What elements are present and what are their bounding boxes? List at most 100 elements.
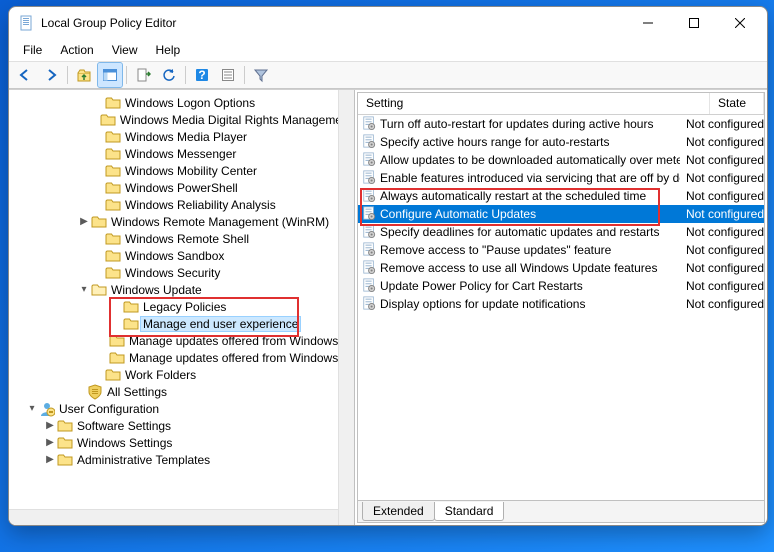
- folder-icon: [57, 418, 73, 434]
- tree-label: Windows Messenger: [123, 147, 238, 161]
- show-hide-tree-button[interactable]: [98, 63, 122, 87]
- list-row[interactable]: Allow updates to be downloaded automatic…: [358, 151, 764, 169]
- tree-node[interactable]: Manage updates offered from Windows Upda…: [9, 349, 354, 366]
- expand-icon[interactable]: ▶: [43, 437, 57, 448]
- setting-state: Not configured: [680, 189, 764, 203]
- expand-icon[interactable]: ▶: [43, 454, 57, 465]
- list-row[interactable]: Remove access to "Pause updates" feature…: [358, 241, 764, 259]
- tab-extended[interactable]: Extended: [362, 502, 435, 521]
- list-row[interactable]: Always automatically restart at the sche…: [358, 187, 764, 205]
- setting-state: Not configured: [680, 243, 764, 257]
- tree-label: Windows PowerShell: [123, 181, 240, 195]
- tree-node[interactable]: Windows Remote Shell: [9, 230, 354, 247]
- tree-node[interactable]: Legacy Policies: [9, 298, 354, 315]
- list-row[interactable]: Enable features introduced via servicing…: [358, 169, 764, 187]
- folder-icon: [105, 367, 121, 383]
- forward-button[interactable]: [39, 63, 63, 87]
- titlebar[interactable]: Local Group Policy Editor: [9, 7, 767, 39]
- tree-node[interactable]: ▶ Software Settings: [9, 417, 354, 434]
- list-row[interactable]: Specify deadlines for automatic updates …: [358, 223, 764, 241]
- setting-icon: [362, 260, 378, 276]
- tree-label: Windows Remote Management (WinRM): [109, 215, 331, 229]
- filter-button[interactable]: [249, 63, 273, 87]
- tree-node[interactable]: ▾ User Configuration: [9, 400, 354, 417]
- tree-node[interactable]: ▶Administrative Templates: [9, 451, 354, 468]
- list-row[interactable]: Update Power Policy for Cart Restarts Not…: [358, 277, 764, 295]
- folder-icon: [105, 248, 121, 264]
- setting-state: Not configured: [680, 117, 764, 131]
- tree-label: Windows Media Player: [123, 130, 249, 144]
- folder-icon: [91, 282, 107, 298]
- list-body[interactable]: Turn off auto-restart for updates during…: [358, 115, 764, 500]
- tree-label: Windows Settings: [75, 436, 174, 450]
- setting-state: Not configured: [680, 279, 764, 293]
- menu-view[interactable]: View: [104, 41, 146, 59]
- folder-icon: [105, 129, 121, 145]
- minimize-button[interactable]: [625, 7, 671, 39]
- tabstrip: Extended Standard: [358, 500, 764, 522]
- setting-name: Update Power Policy for Cart Restarts: [380, 279, 583, 293]
- tree-node[interactable]: Windows Mobility Center: [9, 162, 354, 179]
- tree-node[interactable]: Windows Reliability Analysis: [9, 196, 354, 213]
- list-row[interactable]: Specify active hours range for auto-rest…: [358, 133, 764, 151]
- expand-icon[interactable]: ▶: [43, 420, 57, 431]
- tree-node[interactable]: Windows Security: [9, 264, 354, 281]
- properties-button[interactable]: [216, 63, 240, 87]
- up-button[interactable]: [72, 63, 96, 87]
- list-header: Setting State: [358, 93, 764, 115]
- back-button[interactable]: [13, 63, 37, 87]
- setting-icon: [362, 152, 378, 168]
- tree-label: User Configuration: [57, 402, 161, 416]
- list-row[interactable]: Configure Automatic UpdatesNot configure…: [358, 205, 764, 223]
- list-row[interactable]: Turn off auto-restart for updates during…: [358, 115, 764, 133]
- tree-label: Windows Mobility Center: [123, 164, 259, 178]
- tree-label: Manage updates offered from Windows Upda…: [127, 351, 354, 365]
- menu-file[interactable]: File: [15, 41, 50, 59]
- list-row[interactable]: Display options for update notifications…: [358, 295, 764, 313]
- tree-label: Software Settings: [75, 419, 173, 433]
- tree-node[interactable]: ▾Windows Update: [9, 281, 354, 298]
- refresh-button[interactable]: [157, 63, 181, 87]
- tab-standard[interactable]: Standard: [434, 502, 505, 521]
- folder-icon: [57, 452, 73, 468]
- details-pane: Setting State Turn off auto-restart for …: [355, 90, 767, 525]
- tree-node[interactable]: All Settings: [9, 383, 354, 400]
- tree-pane[interactable]: Windows Logon OptionsWindows Media Digit…: [9, 90, 355, 525]
- tree-label: Legacy Policies: [141, 300, 228, 314]
- setting-icon: [362, 116, 378, 132]
- folder-icon: [109, 333, 125, 349]
- tree-node[interactable]: Windows Media Digital Rights Management: [9, 111, 354, 128]
- tree-node[interactable]: ▶ Windows Remote Management (WinRM): [9, 213, 354, 230]
- help-button[interactable]: ?: [190, 63, 214, 87]
- maximize-button[interactable]: [671, 7, 717, 39]
- list-row[interactable]: Remove access to use all Windows Update …: [358, 259, 764, 277]
- tree-scrollbar-h[interactable]: [9, 509, 338, 525]
- tree-node[interactable]: Work Folders: [9, 366, 354, 383]
- tree-scrollbar-v[interactable]: [338, 90, 354, 525]
- body: Windows Logon OptionsWindows Media Digit…: [9, 89, 767, 525]
- setting-state: Not configured: [680, 153, 764, 167]
- tree-node[interactable]: Windows Messenger: [9, 145, 354, 162]
- folder-icon: [105, 95, 121, 111]
- col-state[interactable]: State: [710, 93, 764, 114]
- tree-node[interactable]: Manage updates offered from Windows Serv…: [9, 332, 354, 349]
- tree-node[interactable]: Windows Sandbox: [9, 247, 354, 264]
- collapse-icon[interactable]: ▾: [77, 284, 91, 295]
- col-setting[interactable]: Setting: [358, 93, 710, 114]
- tree-node[interactable]: Windows Logon Options: [9, 94, 354, 111]
- tree-node[interactable]: Windows PowerShell: [9, 179, 354, 196]
- folder-icon: [105, 197, 121, 213]
- export-button[interactable]: [131, 63, 155, 87]
- expand-icon[interactable]: ▶: [77, 216, 91, 227]
- setting-name: Remove access to use all Windows Update …: [380, 261, 657, 275]
- menu-help[interactable]: Help: [148, 41, 189, 59]
- menu-action[interactable]: Action: [52, 41, 101, 59]
- tree-node[interactable]: Windows Media Player: [9, 128, 354, 145]
- close-button[interactable]: [717, 7, 763, 39]
- setting-name: Enable features introduced via servicing…: [380, 171, 680, 185]
- setting-name: Configure Automatic Updates: [380, 207, 536, 221]
- tree-label: Windows Remote Shell: [123, 232, 251, 246]
- tree-node[interactable]: ▶ Windows Settings: [9, 434, 354, 451]
- tree-node[interactable]: Manage end user experience: [9, 315, 354, 332]
- collapse-icon[interactable]: ▾: [25, 403, 39, 414]
